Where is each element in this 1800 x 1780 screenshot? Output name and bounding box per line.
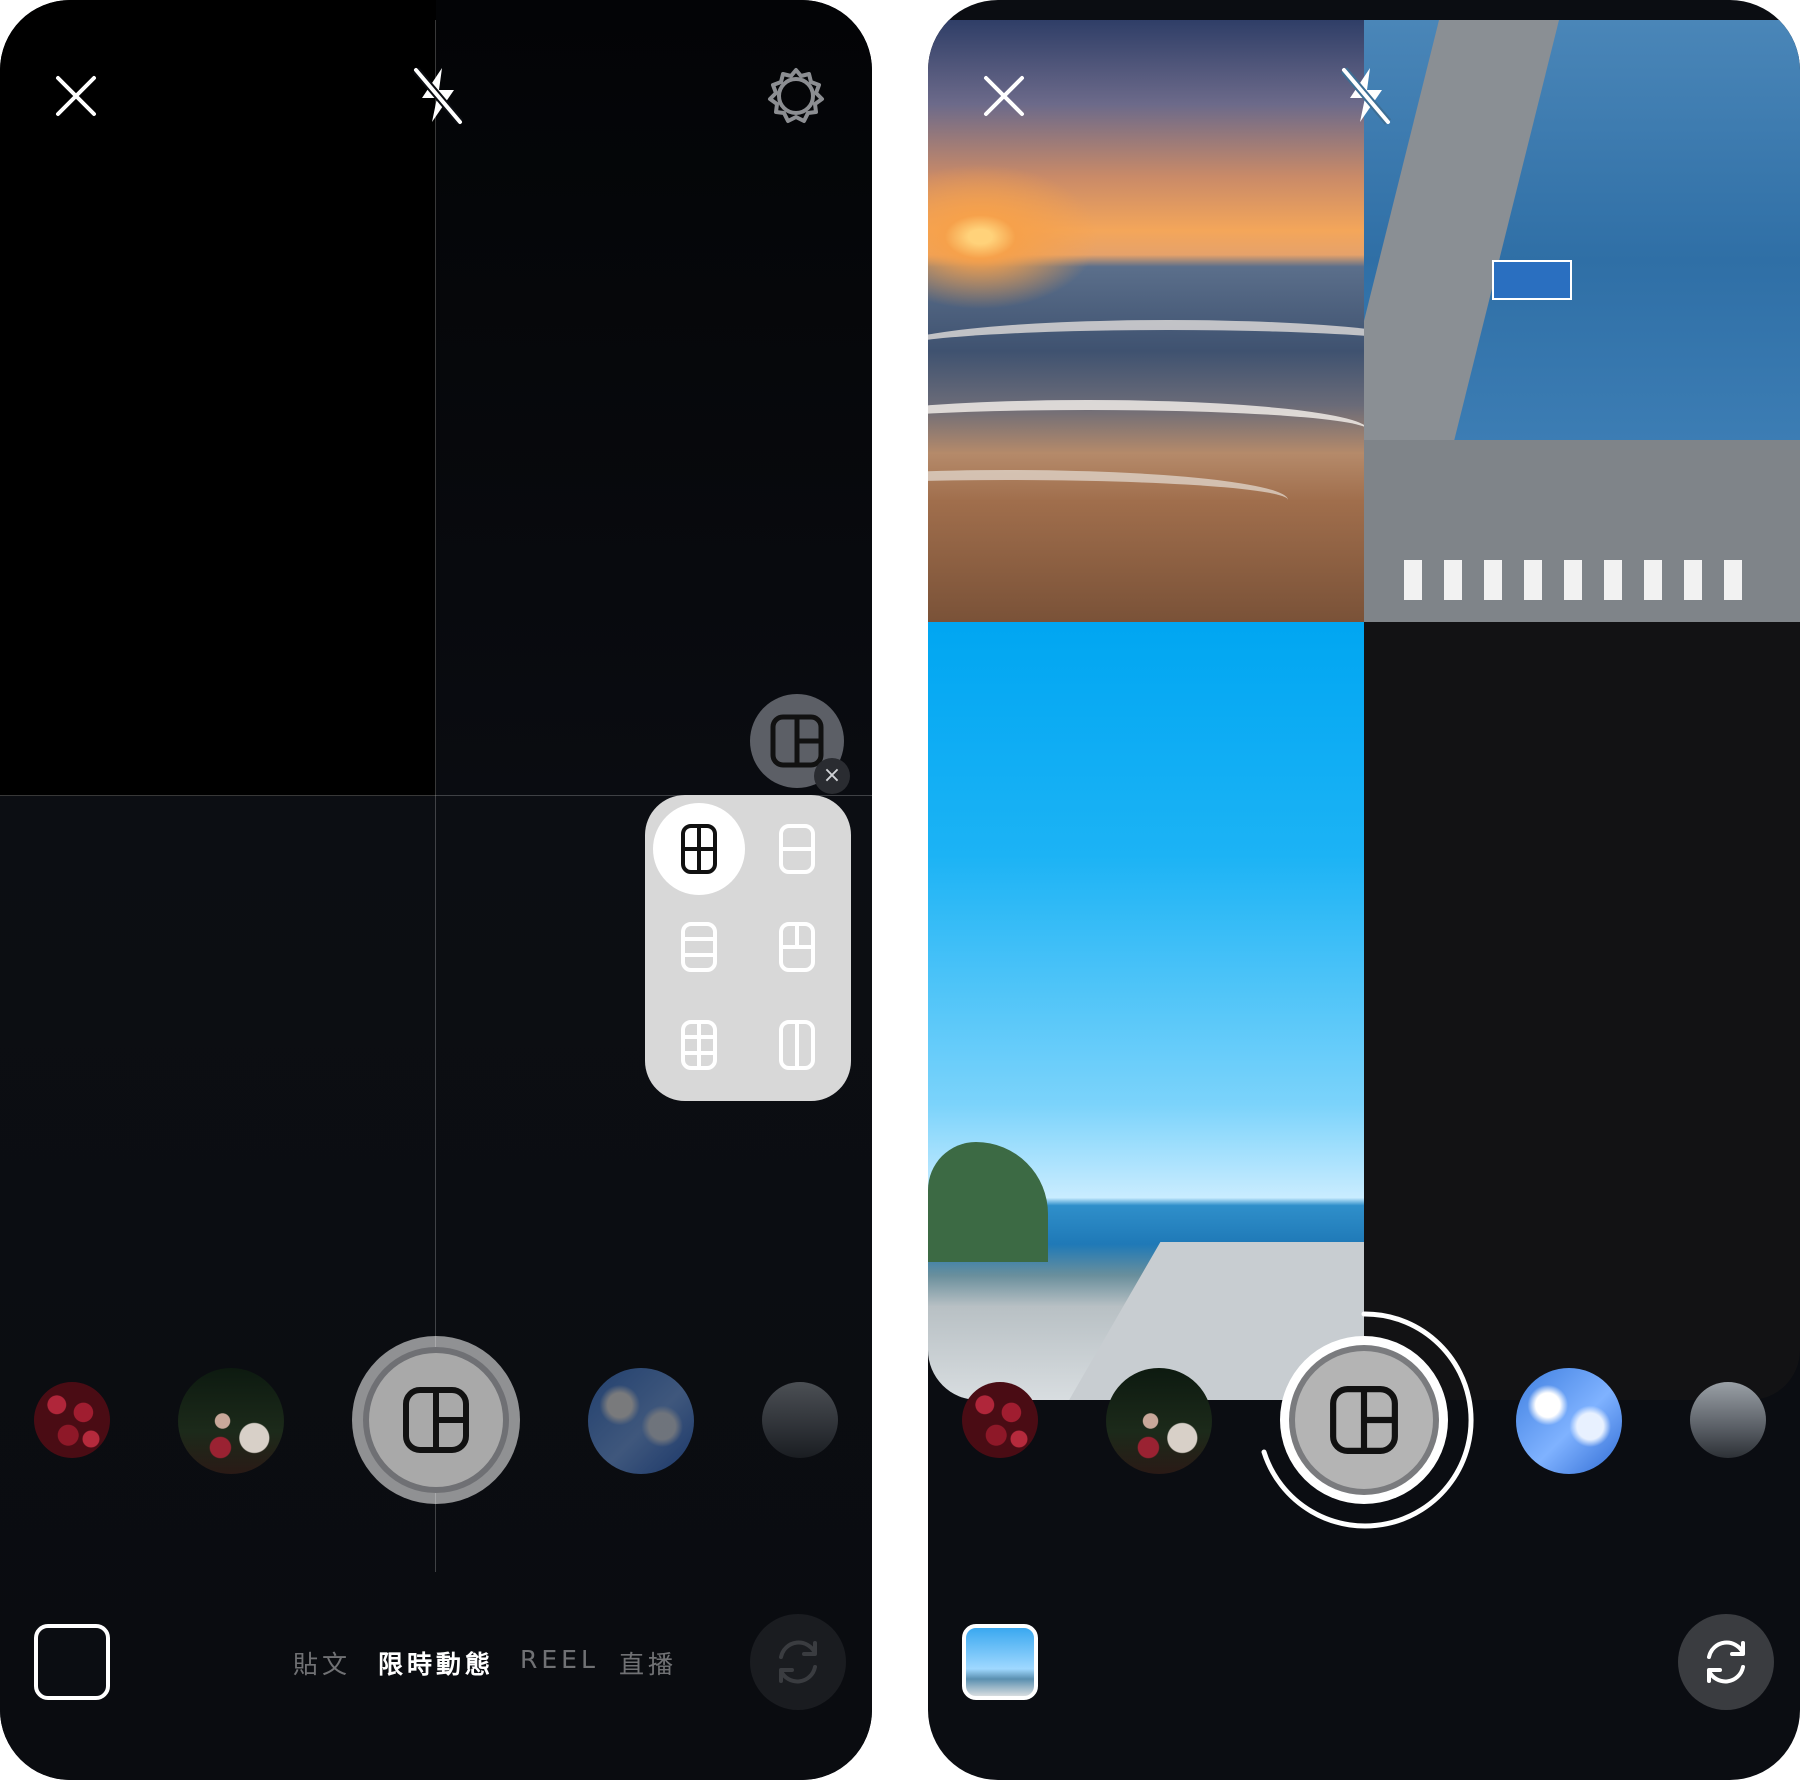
grid-2x2-icon	[681, 824, 717, 874]
two-columns-icon	[779, 1020, 815, 1070]
layout-grid-icon	[403, 1387, 469, 1453]
layout-picker-panel	[645, 795, 851, 1101]
recent-thumbnail-cherries[interactable]	[34, 1382, 110, 1458]
flip-camera-button[interactable]	[1678, 1614, 1774, 1710]
layout-option-top-split[interactable]	[751, 901, 843, 993]
close-icon[interactable]	[976, 68, 1032, 124]
collage-cell-empty[interactable]	[1364, 622, 1800, 1400]
three-rows-icon	[681, 922, 717, 972]
shutter-button[interactable]	[352, 1336, 520, 1504]
mode-tab-story[interactable]: 限時動態	[378, 1645, 494, 1681]
layout-grid-icon	[1330, 1386, 1398, 1454]
collage-grid	[928, 20, 1800, 1400]
layout-option-grid-2x2[interactable]	[653, 803, 745, 895]
settings-gear-icon[interactable]	[764, 64, 828, 128]
gallery-button[interactable]	[34, 1624, 110, 1700]
flip-camera-button[interactable]	[750, 1614, 846, 1710]
camera-screen-collage	[928, 0, 1800, 1780]
camera-screen-layout-picker: × 貼文 限時動態 REEL 直播	[0, 0, 872, 1780]
gallery-button[interactable]	[962, 1624, 1038, 1700]
layout-option-two-rows[interactable]	[751, 803, 843, 895]
recent-thumbnail-friends[interactable]	[178, 1368, 284, 1474]
top-split-icon	[779, 922, 815, 972]
recent-thumbnail-sky[interactable]	[588, 1368, 694, 1474]
shutter-button[interactable]	[1280, 1336, 1448, 1504]
mode-tab-live[interactable]: 直播	[619, 1645, 677, 1681]
recent-thumbnail-sky[interactable]	[1516, 1368, 1622, 1474]
recent-thumbnail-cherries[interactable]	[962, 1382, 1038, 1458]
mode-tab-reel[interactable]: REEL	[520, 1645, 599, 1674]
recent-thumbnail-friends[interactable]	[1106, 1368, 1212, 1474]
recent-thumbnail-street[interactable]	[1690, 1382, 1766, 1458]
flash-off-icon[interactable]	[408, 62, 468, 128]
recent-thumbnail-street[interactable]	[762, 1382, 838, 1458]
flash-off-icon[interactable]	[1336, 62, 1396, 128]
layout-option-grid-2x3[interactable]	[653, 999, 745, 1091]
flip-camera-icon	[1707, 1640, 1745, 1684]
mode-tab-post[interactable]: 貼文	[293, 1645, 351, 1681]
collage-cell-ocean-road[interactable]	[928, 622, 1364, 1400]
layout-option-two-columns[interactable]	[751, 999, 843, 1091]
flip-camera-icon	[779, 1640, 817, 1684]
collage-cell-sea-bridge[interactable]	[1364, 20, 1800, 622]
grid-2x3-icon	[681, 1020, 717, 1070]
layout-option-three-rows[interactable]	[653, 901, 745, 993]
layout-grid-icon	[770, 714, 824, 768]
two-rows-icon	[779, 824, 815, 874]
close-icon[interactable]	[48, 68, 104, 124]
close-layout-icon[interactable]: ×	[814, 758, 850, 794]
